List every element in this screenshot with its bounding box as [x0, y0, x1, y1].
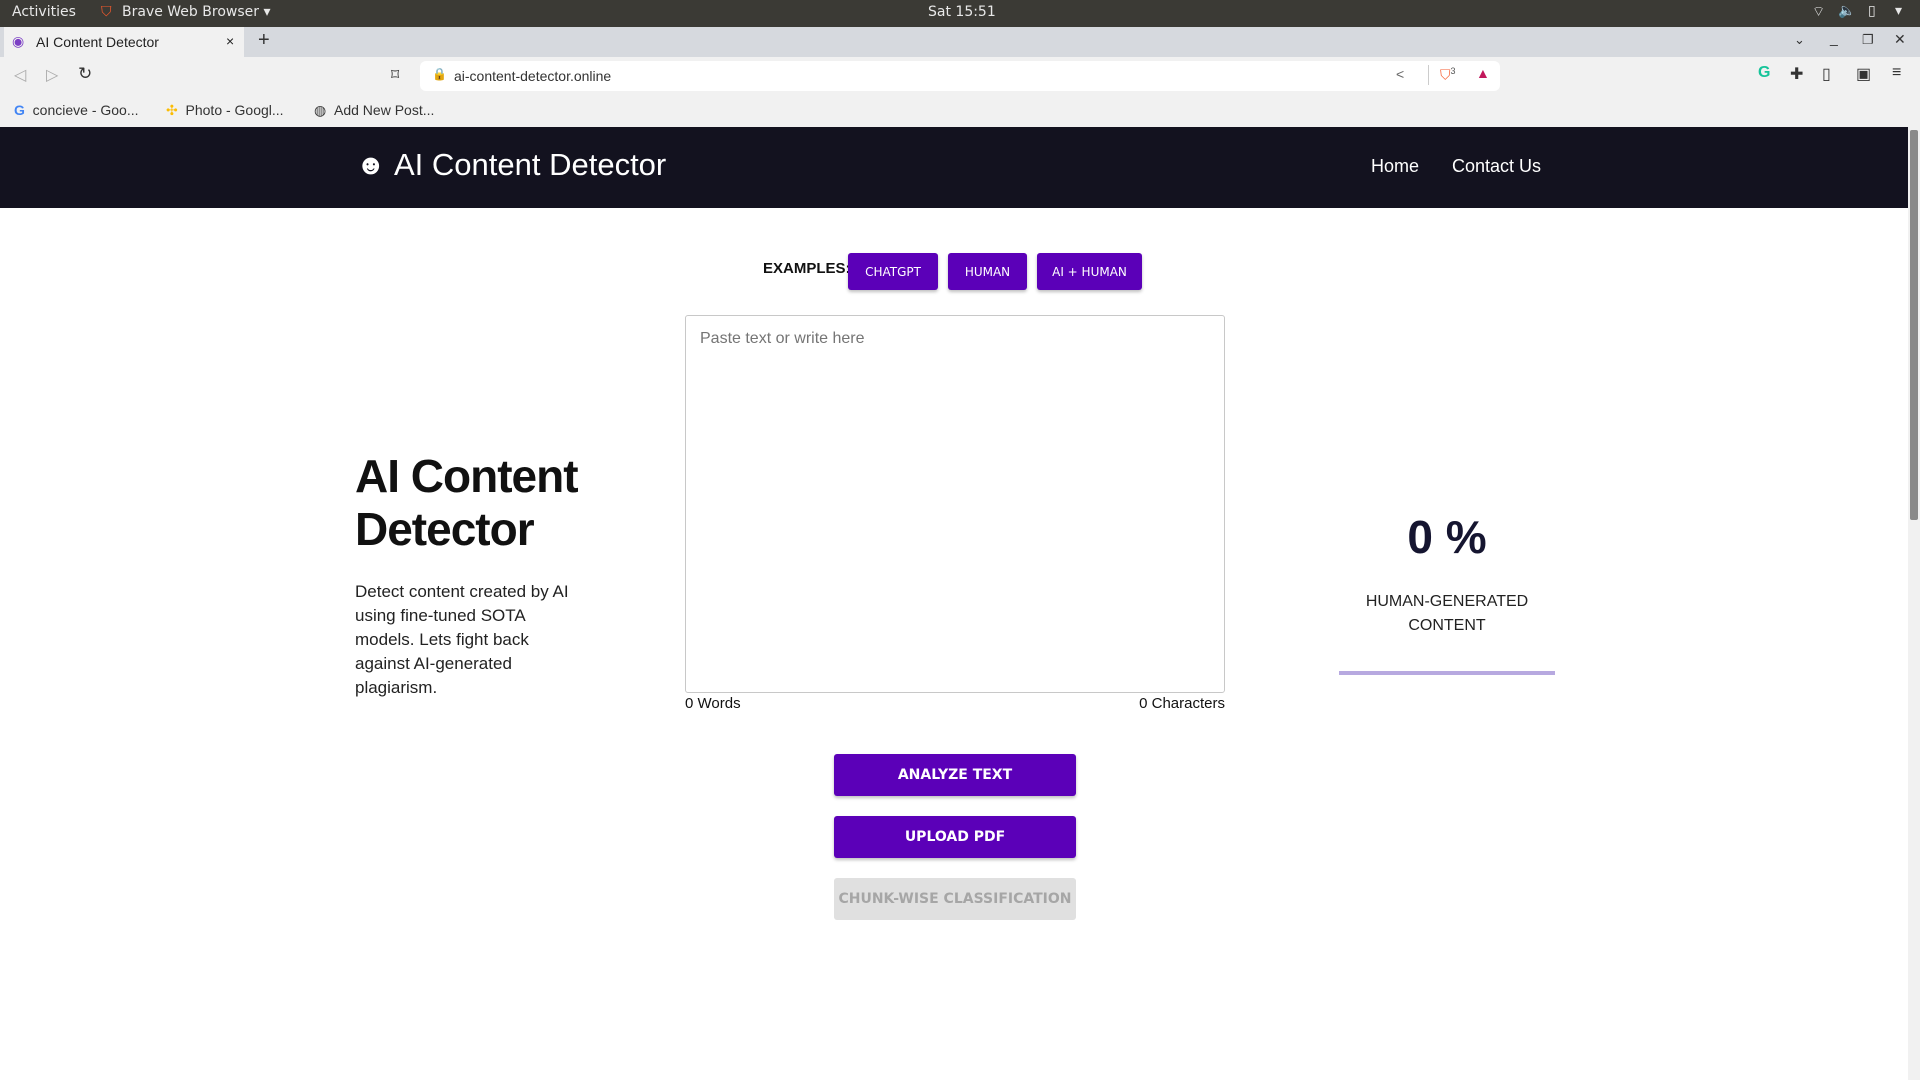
menu-icon[interactable]: ≡: [1892, 64, 1901, 82]
site-header: ☻ AI Content Detector Home Contact Us: [0, 127, 1908, 208]
extensions-icon[interactable]: ✚: [1790, 64, 1803, 84]
text-input[interactable]: [685, 315, 1225, 693]
close-window-icon[interactable]: ✕: [1894, 31, 1906, 48]
chunk-wise-classification-button[interactable]: CHUNK-WISE CLASSIFICATION: [834, 878, 1076, 920]
reload-icon[interactable]: ↻: [78, 64, 92, 84]
wallet-icon[interactable]: ▣: [1856, 64, 1871, 84]
nav-home[interactable]: Home: [1371, 156, 1419, 177]
brave-rewards-icon[interactable]: ▲: [1476, 65, 1490, 81]
site-title[interactable]: AI Content Detector: [394, 147, 666, 183]
result-label: HUMAN-GENERATED CONTENT: [1365, 593, 1529, 634]
page-description: Detect content created by AI using fine-…: [355, 582, 569, 697]
nav-contact-us[interactable]: Contact Us: [1452, 156, 1541, 177]
url-text: ai-content-detector.online: [454, 68, 612, 84]
example-human-button[interactable]: HUMAN: [948, 253, 1027, 290]
google-photos-icon: ✣: [166, 102, 178, 118]
google-icon: G: [14, 102, 25, 118]
tab-strip: [0, 27, 1920, 57]
analyze-text-button[interactable]: ANALYZE TEXT: [834, 754, 1076, 796]
bookmark-label: Add New Post...: [334, 102, 435, 118]
lock-icon: 🔒: [432, 67, 447, 81]
os-top-bar: Activities ⛉ Brave Web Browser ▾ Sat 15:…: [0, 0, 1920, 27]
brain-logo-icon: ☻: [356, 149, 386, 180]
upload-pdf-button[interactable]: UPLOAD PDF: [834, 816, 1076, 858]
brave-shields-icon[interactable]: ⛉3: [1440, 66, 1456, 84]
scrollbar-thumb[interactable]: [1910, 130, 1918, 520]
bookmark-label: concieve - Goo...: [32, 102, 139, 118]
bookmark-label: Photo - Googl...: [185, 102, 284, 118]
close-tab-icon[interactable]: ×: [226, 33, 234, 49]
divider: [1428, 65, 1429, 85]
restore-icon[interactable]: ❐: [1862, 32, 1874, 48]
example-ai-human-button[interactable]: AI + HUMAN: [1037, 253, 1142, 290]
examples-label: EXAMPLES:: [763, 260, 851, 277]
new-tab-button[interactable]: +: [258, 29, 270, 52]
tab-ai-content-detector[interactable]: ◉ AI Content Detector ×: [4, 27, 244, 57]
bookmark-item[interactable]: G concieve - Goo...: [14, 102, 139, 118]
app-menu[interactable]: Brave Web Browser ▾: [122, 4, 270, 20]
favicon-icon: ◉: [12, 33, 25, 49]
system-menu-icon[interactable]: ▾: [1895, 3, 1902, 19]
address-bar[interactable]: 🔒 ai-content-detector.online < ⛉3 ▲: [420, 61, 1500, 91]
example-chatgpt-button[interactable]: CHATGPT: [848, 253, 938, 290]
bookmark-item[interactable]: ✣ Photo - Googl...: [166, 102, 284, 119]
character-count: 0 Characters: [1139, 695, 1225, 712]
result-progress-bar: [1339, 671, 1555, 675]
volume-muted-icon[interactable]: 🔈: [1838, 3, 1855, 19]
brave-icon: ⛉: [101, 4, 112, 20]
wordpress-icon: ◍: [314, 102, 327, 118]
forward-icon[interactable]: ▷: [46, 65, 58, 85]
sidebar-icon[interactable]: ▯: [1822, 64, 1831, 84]
activities-button[interactable]: Activities: [12, 4, 76, 20]
shield-count-badge: 3: [1450, 66, 1456, 76]
bookmark-item[interactable]: ◍ Add New Post...: [314, 102, 434, 119]
bookmark-icon[interactable]: ⌑: [391, 65, 399, 85]
clock[interactable]: Sat 15:51: [928, 4, 996, 20]
page-heading: AI Content Detector: [355, 450, 579, 555]
wifi-icon[interactable]: ⌔: [1812, 3, 1825, 21]
minimize-icon[interactable]: _: [1830, 30, 1838, 46]
grammarly-icon[interactable]: G: [1758, 64, 1770, 82]
back-icon[interactable]: ◁: [14, 65, 26, 85]
word-count: 0 Words: [685, 695, 741, 712]
tab-title: AI Content Detector: [36, 34, 159, 50]
bookmarks-bar: G concieve - Goo... ✣ Photo - Googl... ◍…: [0, 95, 1920, 127]
app-name: Brave Web Browser: [122, 4, 259, 20]
human-percentage: 0 %: [1407, 511, 1487, 563]
battery-icon[interactable]: ▯: [1868, 3, 1876, 19]
tab-search-icon[interactable]: ⌄: [1794, 32, 1805, 48]
share-icon[interactable]: <: [1396, 66, 1404, 82]
